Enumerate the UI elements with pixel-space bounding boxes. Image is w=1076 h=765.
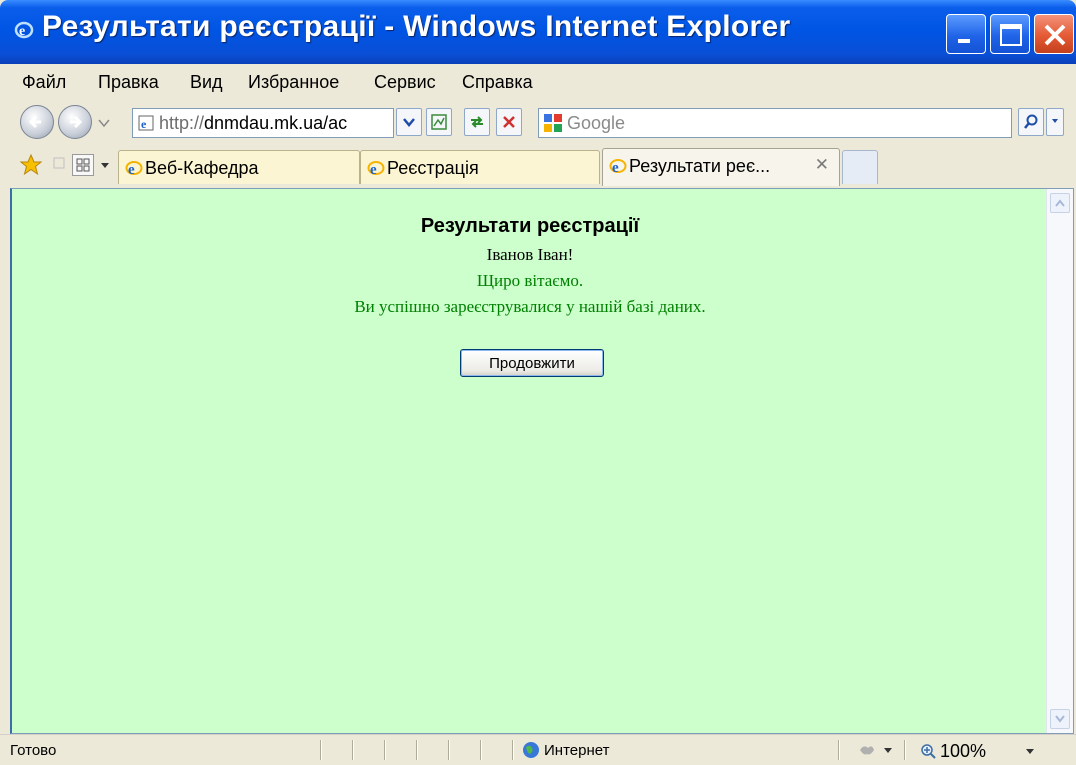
window-title: Результати реєстрації - Windows Internet… [42, 10, 791, 43]
protected-mode-icon[interactable] [858, 742, 876, 758]
new-tab-button[interactable] [842, 150, 878, 184]
search-options-button[interactable] [1046, 108, 1064, 136]
favorites-star-icon[interactable] [20, 154, 42, 176]
add-favorites-icon[interactable] [52, 156, 66, 170]
tab-row: e Веб-Кафедра e Реєстрація e Результати … [0, 146, 1076, 186]
svg-text:e: e [370, 162, 377, 177]
address-row: e http://dnmdau.mk.ua/ac Google [0, 100, 1076, 146]
tab-list-dropdown-icon[interactable] [100, 162, 110, 170]
tab-close-icon[interactable]: ✕ [815, 155, 829, 175]
stop-icon [503, 116, 515, 128]
minimize-button[interactable] [946, 14, 986, 54]
tab-label: Реєстрація [387, 158, 479, 178]
tab-reiestratsiia[interactable]: e Реєстрація [360, 150, 600, 184]
ie-logo-icon: e [367, 161, 385, 177]
menu-edit[interactable]: Правка [98, 72, 159, 93]
status-divider [512, 740, 514, 760]
status-divider [480, 740, 482, 760]
greeting-line: Щиро вітаємо. [476, 271, 584, 290]
svg-text:e: e [19, 24, 25, 39]
zoom-level[interactable]: 100% [940, 741, 986, 762]
zoom-icon[interactable] [920, 743, 936, 759]
scroll-up-button[interactable] [1050, 193, 1070, 213]
page-heading: Результати реєстрації [420, 215, 640, 237]
address-dropdown-button[interactable] [396, 108, 422, 136]
refresh-button[interactable] [464, 108, 490, 136]
status-bar: Готово Интернет 100% [0, 734, 1076, 765]
close-button[interactable] [1034, 14, 1074, 54]
menu-bar: Файл Правка Вид Избранное Сервис Справка [0, 64, 1076, 101]
menu-tools[interactable]: Сервис [374, 72, 436, 93]
ie-logo-icon: e [125, 161, 143, 177]
quick-tabs-button[interactable] [72, 154, 94, 176]
history-dropdown-icon[interactable] [98, 118, 110, 128]
menu-help[interactable]: Справка [462, 72, 533, 93]
status-divider [416, 740, 418, 760]
page-icon: e [138, 115, 154, 131]
status-divider [838, 740, 840, 760]
status-text: Готово [10, 742, 57, 759]
google-icon [544, 114, 562, 132]
vertical-scrollbar[interactable] [1046, 189, 1073, 733]
status-divider [320, 740, 322, 760]
search-go-icon [1024, 114, 1038, 129]
compat-view-button[interactable] [426, 108, 452, 136]
back-button[interactable] [20, 105, 54, 139]
status-divider [904, 740, 906, 760]
chevron-down-icon [1055, 715, 1065, 723]
title-bar: e Результати реєстрації - Windows Intern… [0, 0, 1076, 64]
scroll-down-button[interactable] [1050, 709, 1070, 729]
refresh-icon [471, 116, 483, 128]
chevron-down-icon [1052, 119, 1058, 123]
stop-button[interactable] [496, 108, 522, 136]
tab-rezultaty[interactable]: e Результати реє... ✕ [602, 148, 840, 186]
maximize-button[interactable] [990, 14, 1030, 54]
tab-label: Веб-Кафедра [145, 158, 259, 178]
forward-button[interactable] [58, 105, 92, 139]
svg-text:e: e [141, 117, 147, 131]
address-bar[interactable]: e http://dnmdau.mk.ua/ac [132, 108, 394, 138]
chevron-down-icon[interactable] [1026, 749, 1034, 755]
security-zone: Интернет [544, 742, 610, 759]
user-name-line: Іванов Іван! [486, 245, 574, 264]
back-icon [28, 115, 41, 129]
menu-favorites[interactable]: Избранное [248, 72, 339, 93]
url-protocol: http:// [159, 113, 205, 133]
svg-text:e: e [128, 162, 135, 177]
search-go-button[interactable] [1018, 108, 1044, 136]
quick-tabs-icon [76, 158, 90, 172]
url-host: dnmdau.mk.ua/ac [204, 113, 348, 133]
menu-file[interactable]: Файл [22, 72, 66, 93]
svg-text:e: e [612, 160, 619, 175]
search-placeholder: Google [567, 113, 626, 133]
status-divider [448, 740, 450, 760]
status-divider [384, 740, 386, 760]
page-viewport: Результати реєстрації Іванов Іван! Щиро … [10, 188, 1074, 734]
ie-logo-icon: e [609, 159, 627, 175]
close-icon [1044, 24, 1066, 46]
page-content: Результати реєстрації Іванов Іван! Щиро … [12, 189, 1048, 733]
status-divider [352, 740, 354, 760]
chevron-down-icon[interactable] [884, 748, 892, 754]
compat-view-icon [431, 114, 447, 130]
chevron-down-icon [403, 118, 415, 127]
minimize-icon [958, 39, 970, 43]
ie-logo-icon: e [14, 21, 34, 39]
continue-button[interactable]: Продовжити [460, 349, 604, 377]
maximize-icon [1000, 24, 1022, 46]
search-input[interactable]: Google [538, 108, 1012, 138]
tab-label: Результати реє... [629, 156, 771, 176]
forward-icon [70, 115, 83, 129]
tab-veb-kafedra[interactable]: e Веб-Кафедра [118, 150, 360, 184]
menu-view[interactable]: Вид [190, 72, 223, 93]
success-message: Ви успішно зареєструвалися у нашій базі … [354, 297, 706, 316]
globe-icon [523, 742, 539, 758]
chevron-up-icon [1055, 199, 1065, 207]
